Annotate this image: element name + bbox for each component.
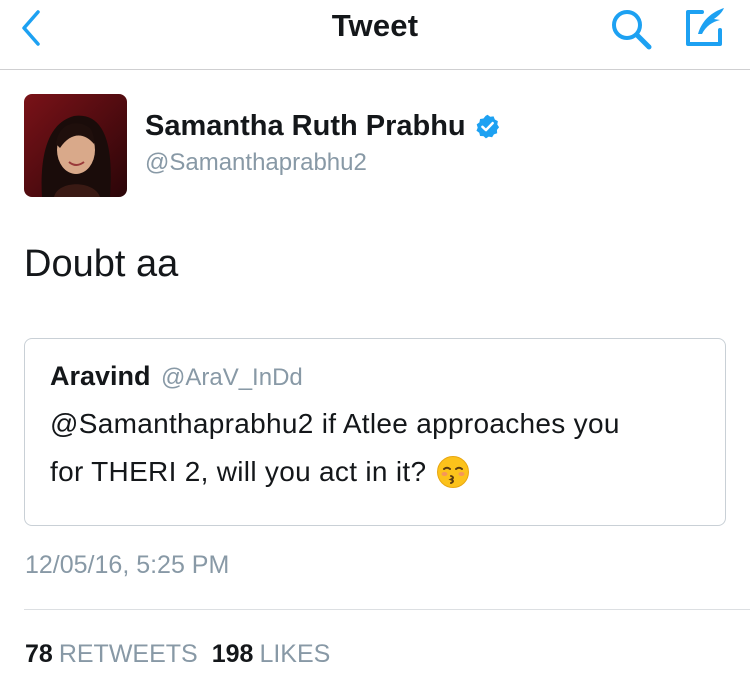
tweet-stats: 78 RETWEETS 198 LIKES <box>25 640 330 669</box>
quoted-tweet-text-line-2-row: for THERI 2, will you act in it? <box>50 455 470 489</box>
author-handle[interactable]: @Samanthaprabhu2 <box>145 149 367 177</box>
likes-count: 198 <box>211 640 254 668</box>
divider <box>24 609 750 610</box>
quoted-tweet-text-line-2: for THERI 2, will you act in it? <box>50 456 427 487</box>
quoted-author-handle: @AraV_InDd <box>160 364 303 391</box>
retweets-stat[interactable]: 78 RETWEETS <box>25 640 198 668</box>
nav-bar: Tweet <box>0 0 750 70</box>
kissing-face-closed-eyes-icon <box>437 456 470 488</box>
search-icon <box>612 10 652 50</box>
retweets-count: 78 <box>25 640 53 668</box>
tweet-timestamp: 12/05/16, 5:25 PM <box>25 551 230 579</box>
compose-button[interactable] <box>682 4 730 50</box>
author-name-row[interactable]: Samantha Ruth Prabhu <box>145 110 501 143</box>
author-name: Samantha Ruth Prabhu <box>145 110 466 142</box>
compose-icon <box>686 8 724 46</box>
likes-label: LIKES <box>259 640 331 668</box>
likes-stat[interactable]: 198 LIKES <box>212 640 331 668</box>
quoted-tweet-card[interactable]: Aravind @AraV_InDd @Samanthaprabhu2 if A… <box>24 338 726 526</box>
avatar[interactable] <box>24 94 127 197</box>
search-button[interactable] <box>608 6 654 52</box>
quoted-author-name: Aravind <box>50 361 151 391</box>
tweet-text: Doubt aa <box>24 243 179 285</box>
verified-badge-icon <box>476 114 499 139</box>
retweets-label: RETWEETS <box>58 640 198 668</box>
quoted-tweet-text-line-1: @Samanthaprabhu2 if Atlee approaches you <box>50 408 620 439</box>
quoted-tweet-header: Aravind @AraV_InDd <box>50 361 303 392</box>
